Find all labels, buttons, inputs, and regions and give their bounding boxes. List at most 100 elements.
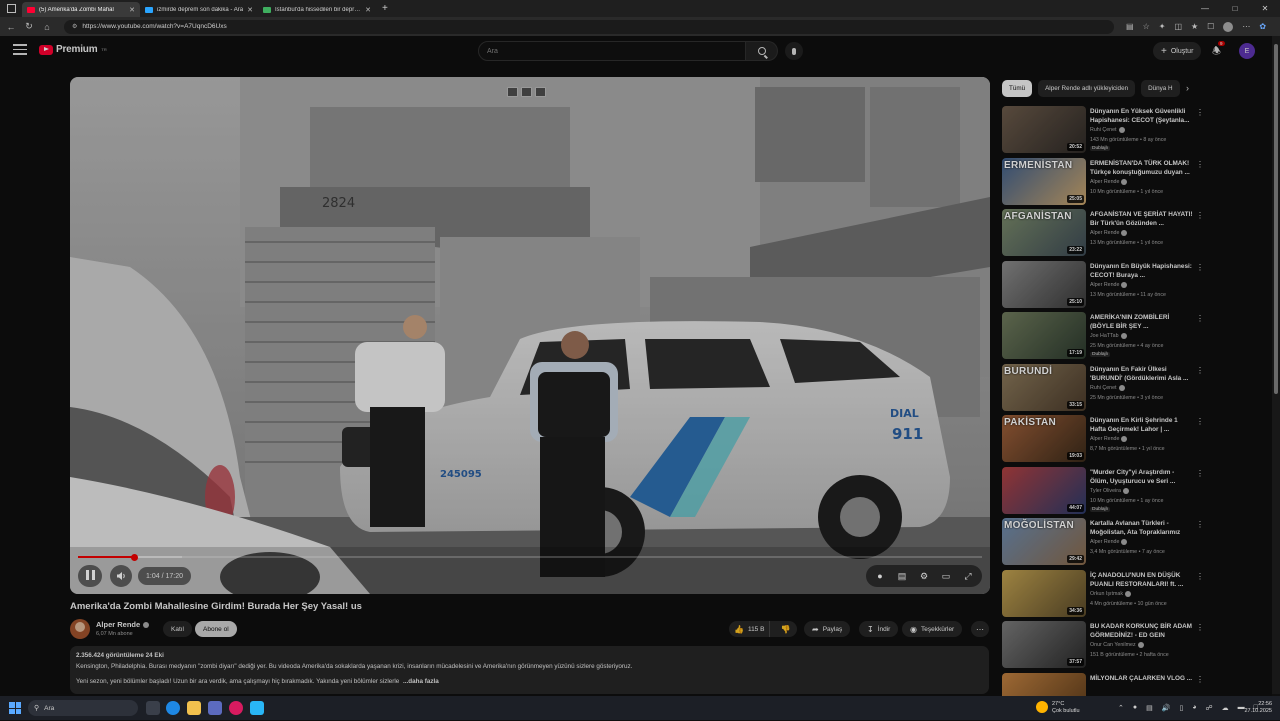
more-vert-icon[interactable]: ⋮ — [1196, 469, 1204, 478]
recommendation-title[interactable]: "Murder City"yi Araştırdım - Ölüm, Uyuşt… — [1090, 468, 1194, 486]
video-thumbnail[interactable]: MOĞOLİSTAN 29:42 — [1002, 518, 1086, 565]
more-vert-icon[interactable]: ⋮ — [1196, 623, 1204, 632]
recommendation-channel[interactable]: Onur Can Yenilmez — [1090, 642, 1144, 648]
channel-avatar[interactable] — [70, 619, 90, 639]
read-aloud-icon[interactable]: ▤ — [1126, 22, 1134, 31]
onedrive-icon[interactable]: ☁ — [1222, 704, 1229, 712]
recommendation-item[interactable]: MOĞOLİSTAN 29:42 Kartalla Avlanan Türkleri… — [1002, 518, 1204, 566]
close-tab-icon[interactable]: ✕ — [365, 6, 371, 14]
recommendation-item[interactable]: BURUNDİ 33:15 Dünyanın En Fakir Ülkesi 'BU… — [1002, 363, 1204, 412]
browser-tab[interactable]: (5) Amerika'da Zombi Mahal ✕ — [22, 2, 140, 17]
recommendation-channel[interactable]: Alper Rende — [1090, 230, 1128, 236]
browser-tab[interactable]: İstanbul'da hissedilen bir deprem ✕ — [258, 2, 376, 17]
description-box[interactable]: 2.356.424 görüntüleme 24 Eki Kensington,… — [70, 646, 989, 694]
more-vert-icon[interactable]: ⋮ — [1196, 160, 1204, 169]
volume-tray-icon[interactable]: 🔊 — [1162, 704, 1171, 712]
recommendation-channel[interactable]: Ruhi Çenet — [1090, 384, 1125, 391]
channel-name-link[interactable]: Alper Rende — [96, 620, 150, 629]
profile-avatar[interactable] — [1223, 21, 1234, 32]
subscribe-button[interactable]: Abone ol — [195, 621, 237, 637]
recommendation-item[interactable]: 20:52 Dünyanın En Yüksek Güvenlikli Hapis… — [1002, 106, 1204, 154]
edge-browser-icon[interactable] — [166, 701, 180, 715]
recommendation-channel[interactable]: Alper Rende — [1090, 281, 1128, 288]
thanks-button[interactable]: ◉ Teşekkürler — [902, 621, 963, 637]
video-thumbnail[interactable]: ERMENİSTAN 25:05 — [1002, 157, 1086, 205]
recommendation-item[interactable]: 17:19 AMERİKA'NIN ZOMBİLERİ (BÖYLE BİR ŞE… — [1002, 312, 1204, 360]
more-vert-icon[interactable]: ⋮ — [1196, 675, 1204, 684]
dislike-button[interactable]: 👎 — [774, 621, 797, 637]
home-icon[interactable]: ⌂ — [38, 22, 56, 32]
recommendation-item[interactable]: ERMENİSTAN 25:05 ERMENİSTAN'DA TÜRK OLMAK!… — [1002, 157, 1204, 206]
wifi-icon[interactable]: ◕ — [1192, 704, 1196, 712]
close-window-icon[interactable]: ✕ — [1250, 0, 1280, 17]
file-explorer-icon[interactable] — [187, 701, 201, 715]
taskbar-search-input[interactable]: ⚲ Ara — [28, 700, 138, 716]
chip-next-chevron-icon[interactable]: › — [1186, 83, 1189, 93]
video-thumbnail[interactable]: PAKİSTAN 19:03 — [1002, 415, 1086, 462]
back-icon[interactable]: ← — [2, 22, 20, 32]
video-player[interactable]: 2824 DIAL 911 245095 1:04 / 17:20 ● ▤ ⚙ … — [70, 77, 990, 594]
recommendation-title[interactable]: ERMENİSTAN'DA TÜRK OLMAK! Türkçe konuştu… — [1090, 159, 1194, 177]
tray-app-icon[interactable]: ● — [1133, 704, 1137, 712]
scrubber-handle[interactable] — [130, 553, 138, 561]
app-icon[interactable] — [229, 701, 243, 715]
recommendation-item[interactable]: 37:57 BU KADAR KORKUNÇ BİR ADAM GÖRMEDİNİ… — [1002, 621, 1204, 669]
task-view-icon[interactable] — [146, 701, 160, 715]
recommendation-item[interactable]: 25:10 Dünyanın En Büyük Hapishanesi: CECO… — [1002, 260, 1204, 309]
battery-icon[interactable]: ▯ — [1179, 704, 1183, 712]
video-thumbnail[interactable]: 44:07 — [1002, 466, 1086, 514]
pause-button[interactable] — [78, 565, 102, 587]
favorite-star-icon[interactable]: ☆ — [1143, 22, 1150, 31]
recommendation-item[interactable]: AFGANİSTAN 23:22 AFGANİSTAN VE ŞERİAT HAYA… — [1002, 209, 1204, 257]
window-menu-icon[interactable] — [0, 0, 22, 17]
pip-icon[interactable] — [535, 87, 546, 97]
recommendation-title[interactable]: AFGANİSTAN VE ŞERİAT HAYATI! Bir Türk'ün… — [1090, 210, 1194, 228]
video-thumbnail[interactable]: AFGANİSTAN 23:22 — [1002, 209, 1086, 256]
copilot-icon[interactable]: ✿ — [1259, 22, 1266, 31]
video-thumbnail[interactable]: 17:19 — [1002, 312, 1086, 359]
video-thumbnail[interactable]: 20:52 — [1002, 106, 1086, 153]
recommendation-title[interactable]: AMERİKA'NIN ZOMBİLERİ (BÖYLE BİR ŞEY ... — [1090, 313, 1194, 331]
more-vert-icon[interactable]: ⋮ — [1196, 211, 1204, 220]
page-scrollbar[interactable] — [1272, 36, 1280, 694]
recommendation-channel[interactable]: Tyler Oliveira — [1090, 487, 1129, 494]
address-bar[interactable]: ⚙ https://www.youtube.com/watch?v=A7Uqnc… — [64, 19, 1114, 34]
taskbar-clock[interactable]: 22:56 27.10.2025 — [1240, 701, 1272, 715]
recommendation-channel[interactable]: Alper Rende — [1090, 436, 1128, 442]
language-icon[interactable]: ☍ — [1206, 704, 1213, 712]
settings-gear-icon[interactable]: ⚙ — [918, 571, 930, 582]
like-button[interactable]: 👍 115 B — [729, 621, 771, 637]
search-input[interactable]: Ara — [478, 41, 746, 61]
network-icon[interactable]: ▤ — [1146, 704, 1153, 712]
collections-icon[interactable]: ☐ — [1207, 22, 1214, 31]
video-thumbnail[interactable]: 25:10 — [1002, 260, 1086, 308]
recommendation-title[interactable]: Dünyanın En Büyük Hapishanesi: CECOT! Bu… — [1090, 262, 1194, 280]
close-tab-icon[interactable]: ✕ — [129, 6, 135, 14]
search-button[interactable] — [746, 41, 778, 61]
recommendation-item[interactable]: 44:07 "Murder City"yi Araştırdım - Ölüm, … — [1002, 466, 1204, 515]
windows-start-icon[interactable] — [9, 702, 21, 714]
recommendation-title[interactable]: Dünyanın En Fakir Ülkesi 'BURUNDİ' (Görd… — [1090, 365, 1194, 383]
teams-icon[interactable] — [208, 701, 222, 715]
download-button[interactable]: ↧ İndir — [859, 621, 899, 637]
volume-button[interactable] — [110, 565, 132, 587]
settings-more-icon[interactable]: ⋯ — [1242, 22, 1250, 31]
recommendation-channel[interactable]: Orkun Işıtmak — [1090, 590, 1131, 597]
recommendation-item[interactable]: PAKİSTAN 19:03 Dünyanın En Kirli Şehrinde … — [1002, 415, 1204, 463]
account-avatar[interactable]: E — [1239, 43, 1255, 59]
youtube-premium-logo[interactable]: Premium TR — [39, 44, 107, 55]
more-vert-icon[interactable]: ⋮ — [1196, 366, 1204, 375]
recommendation-item[interactable]: 34:36 İÇ ANADOLU'NUN EN DÜŞÜK PUANLI REST… — [1002, 569, 1204, 618]
progress-bar[interactable] — [78, 553, 982, 561]
recommendation-channel[interactable]: Ruhi Çenet — [1090, 127, 1125, 133]
maximize-icon[interactable]: □ — [1220, 0, 1250, 17]
more-vert-icon[interactable]: ⋮ — [1196, 520, 1204, 529]
recommendation-title[interactable]: BU KADAR KORKUNÇ BİR ADAM GÖRMEDİNİZ! - … — [1090, 622, 1194, 640]
more-actions-button[interactable]: ⋯ — [971, 621, 989, 637]
split-screen-icon[interactable]: ◫ — [1174, 22, 1182, 31]
extensions-icon[interactable]: ✦ — [1159, 22, 1166, 31]
video-thumbnail[interactable]: 37:57 — [1002, 621, 1086, 668]
voice-search-button[interactable] — [785, 42, 803, 60]
recommendation-channel[interactable]: Alper Rende — [1090, 178, 1128, 185]
telegram-icon[interactable] — [250, 701, 264, 715]
